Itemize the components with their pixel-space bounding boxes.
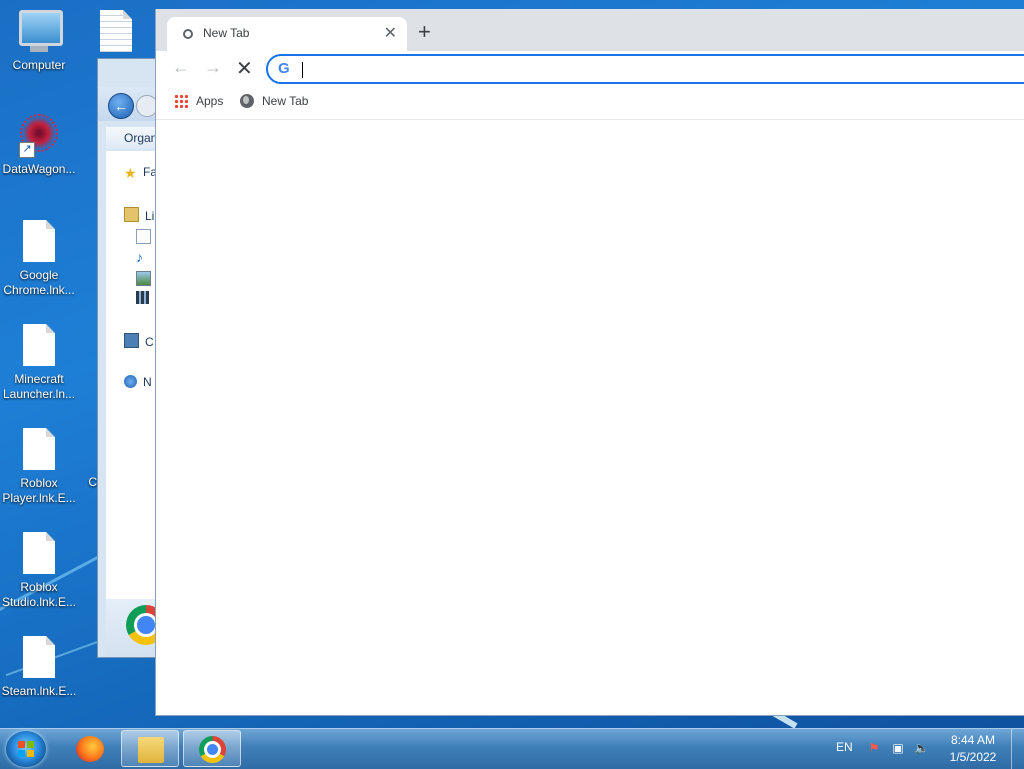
pictures-icon: [136, 271, 151, 286]
clock-time: 8:44 AM: [950, 733, 996, 747]
desktop-icon-label: Google Chrome.lnk...: [3, 268, 75, 297]
globe-icon: [240, 94, 254, 108]
address-bar[interactable]: G: [266, 54, 1024, 84]
nav-music[interactable]: ♪: [136, 249, 155, 265]
back-arrow-icon: ←: [114, 98, 128, 114]
stop-loading-button[interactable]: ✕: [236, 56, 253, 81]
videos-icon: [136, 291, 149, 304]
file-icon: [19, 636, 59, 680]
desktop-icon-google-chrome-lnk[interactable]: Google Chrome.lnk...: [0, 220, 79, 298]
nav-documents[interactable]: [136, 229, 157, 245]
folder-icon: [138, 737, 164, 763]
computer-icon: [19, 10, 63, 54]
datawagon-icon: ↗: [19, 114, 59, 158]
taskbar-firefox[interactable]: [60, 730, 118, 767]
desktop-icon-roblox-player-lnk[interactable]: Roblox Player.lnk.E...: [0, 428, 79, 506]
shortcut-arrow-icon: ↗: [19, 142, 35, 158]
nav-computer[interactable]: C: [124, 333, 154, 349]
chrome-window[interactable]: New Tab ✕ + ← → ✕ G Apps New Tab: [155, 9, 1024, 716]
desktop-icon-label: Minecraft Launcher.ln...: [2, 372, 76, 401]
computer-icon: [124, 333, 139, 348]
tab-strip: New Tab ✕ +: [156, 9, 1024, 51]
volume-icon[interactable]: 🔈: [914, 741, 929, 755]
desktop-icon-computer[interactable]: Computer: [0, 10, 79, 73]
google-g-icon: G: [278, 60, 290, 77]
explorer-back-button[interactable]: ←: [108, 93, 134, 119]
desktop-icon-label: Roblox Studio.lnk.E...: [1, 580, 77, 609]
tab-new-tab[interactable]: New Tab ✕: [167, 17, 407, 51]
tab-close-button[interactable]: ✕: [384, 23, 397, 43]
desktop-icon-roblox-studio-lnk[interactable]: Roblox Studio.lnk.E...: [0, 532, 79, 610]
page-content[interactable]: [156, 120, 1024, 715]
clock[interactable]: 8:44 AM 1/5/2022: [940, 733, 1006, 764]
address-input[interactable]: [302, 59, 986, 81]
file-icon: [19, 428, 59, 472]
desktop-icon-steam-lnk[interactable]: Steam.lnk.E...: [0, 636, 79, 699]
desktop-icon-label: DataWagon...: [2, 162, 76, 176]
nav-libraries[interactable]: Li: [124, 207, 154, 223]
nav-network[interactable]: N: [124, 375, 152, 389]
text-caret: [302, 62, 303, 78]
firefox-icon: [76, 736, 104, 762]
desktop-icon-datawagon[interactable]: ↗ DataWagon...: [0, 114, 79, 177]
back-button[interactable]: ←: [172, 57, 190, 78]
text-file-icon: [96, 10, 136, 54]
forward-button[interactable]: →: [204, 57, 222, 78]
nav-pictures[interactable]: [136, 271, 157, 287]
taskbar: EN ⚑ ▣ 🔈 8:44 AM 1/5/2022: [0, 728, 1024, 769]
start-button[interactable]: [6, 731, 46, 767]
star-icon: ★: [124, 165, 137, 181]
organize-button[interactable]: Organ: [124, 131, 157, 145]
bookmarks-bar: Apps New Tab: [156, 89, 1024, 120]
new-tab-button[interactable]: +: [418, 21, 431, 43]
tab-favicon-icon: [183, 29, 193, 39]
desktop-icon-label: Computer: [12, 58, 66, 72]
network-icon[interactable]: ▣: [891, 741, 905, 755]
taskbar-chrome[interactable]: [183, 730, 241, 767]
bookmark-apps[interactable]: Apps: [174, 94, 223, 108]
taskbar-explorer[interactable]: [121, 730, 179, 767]
chrome-icon: [199, 736, 226, 763]
desktop-icon-label: Steam.lnk.E...: [1, 684, 77, 698]
action-center-flag-icon[interactable]: ⚑: [867, 741, 881, 755]
library-icon: [124, 207, 139, 222]
desktop-icon-minecraft-launcher-lnk[interactable]: Minecraft Launcher.ln...: [0, 324, 79, 402]
show-desktop-button[interactable]: [1011, 729, 1024, 769]
tab-title: New Tab: [203, 26, 250, 40]
file-icon: [19, 532, 59, 576]
windows-logo-icon: [18, 741, 34, 757]
network-icon: [124, 375, 137, 388]
nav-videos[interactable]: [136, 291, 155, 305]
file-icon: [19, 220, 59, 264]
browser-toolbar: ← → ✕ G: [156, 51, 1024, 87]
documents-icon: [136, 229, 151, 244]
bookmark-new-tab[interactable]: New Tab: [240, 94, 308, 108]
music-icon: ♪: [136, 249, 143, 265]
language-indicator[interactable]: EN: [836, 740, 853, 754]
file-icon: [19, 324, 59, 368]
nav-favorites[interactable]: ★ Fa: [124, 165, 157, 181]
apps-grid-icon: [174, 94, 188, 108]
clock-date: 1/5/2022: [949, 750, 997, 764]
